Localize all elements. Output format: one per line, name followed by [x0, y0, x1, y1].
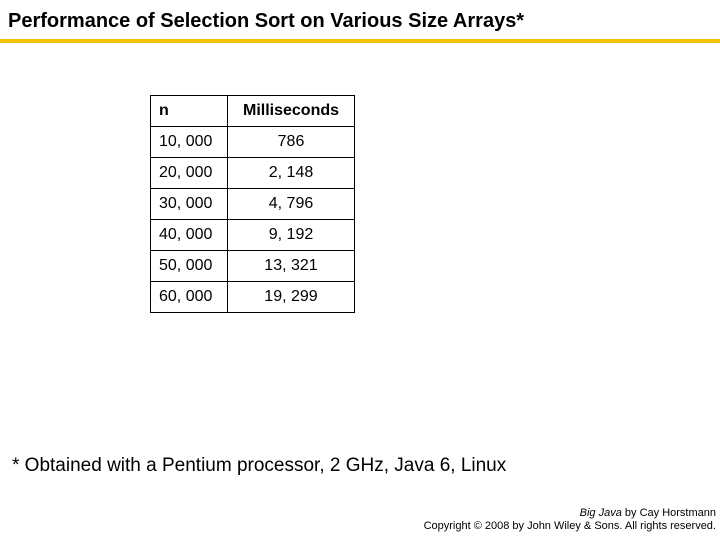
cell-n: 50, 000: [151, 251, 228, 282]
cell-n: 10, 000: [151, 127, 228, 158]
cell-n: 60, 000: [151, 282, 228, 313]
credit-line-2: Copyright © 2008 by John Wiley & Sons. A…: [424, 520, 716, 534]
table-header-ms: Milliseconds: [228, 96, 355, 127]
data-table: n Milliseconds 10, 000 786 20, 000 2, 14…: [150, 95, 355, 313]
table-row: 60, 000 19, 299: [151, 282, 355, 313]
cell-ms: 9, 192: [228, 220, 355, 251]
table-row: 40, 000 9, 192: [151, 220, 355, 251]
cell-n: 20, 000: [151, 158, 228, 189]
table-row: 20, 000 2, 148: [151, 158, 355, 189]
slide-title: Performance of Selection Sort on Various…: [0, 0, 720, 39]
table-row: 10, 000 786: [151, 127, 355, 158]
data-table-wrap: n Milliseconds 10, 000 786 20, 000 2, 14…: [150, 95, 355, 313]
footnote: * Obtained with a Pentium processor, 2 G…: [12, 455, 506, 477]
credit-line-1: Big Java by Cay Horstmann: [424, 507, 716, 521]
cell-ms: 786: [228, 127, 355, 158]
table-header-n: n: [151, 96, 228, 127]
slide: Performance of Selection Sort on Various…: [0, 0, 720, 540]
credit-block: Big Java by Cay Horstmann Copyright © 20…: [424, 507, 716, 535]
cell-ms: 19, 299: [228, 282, 355, 313]
author: by Cay Horstmann: [622, 507, 716, 519]
table-row: 50, 000 13, 321: [151, 251, 355, 282]
cell-ms: 13, 321: [228, 251, 355, 282]
title-underline: [0, 39, 720, 43]
cell-ms: 2, 148: [228, 158, 355, 189]
cell-n: 30, 000: [151, 189, 228, 220]
table-header-row: n Milliseconds: [151, 96, 355, 127]
cell-n: 40, 000: [151, 220, 228, 251]
cell-ms: 4, 796: [228, 189, 355, 220]
book-title: Big Java: [580, 507, 622, 519]
table-row: 30, 000 4, 796: [151, 189, 355, 220]
